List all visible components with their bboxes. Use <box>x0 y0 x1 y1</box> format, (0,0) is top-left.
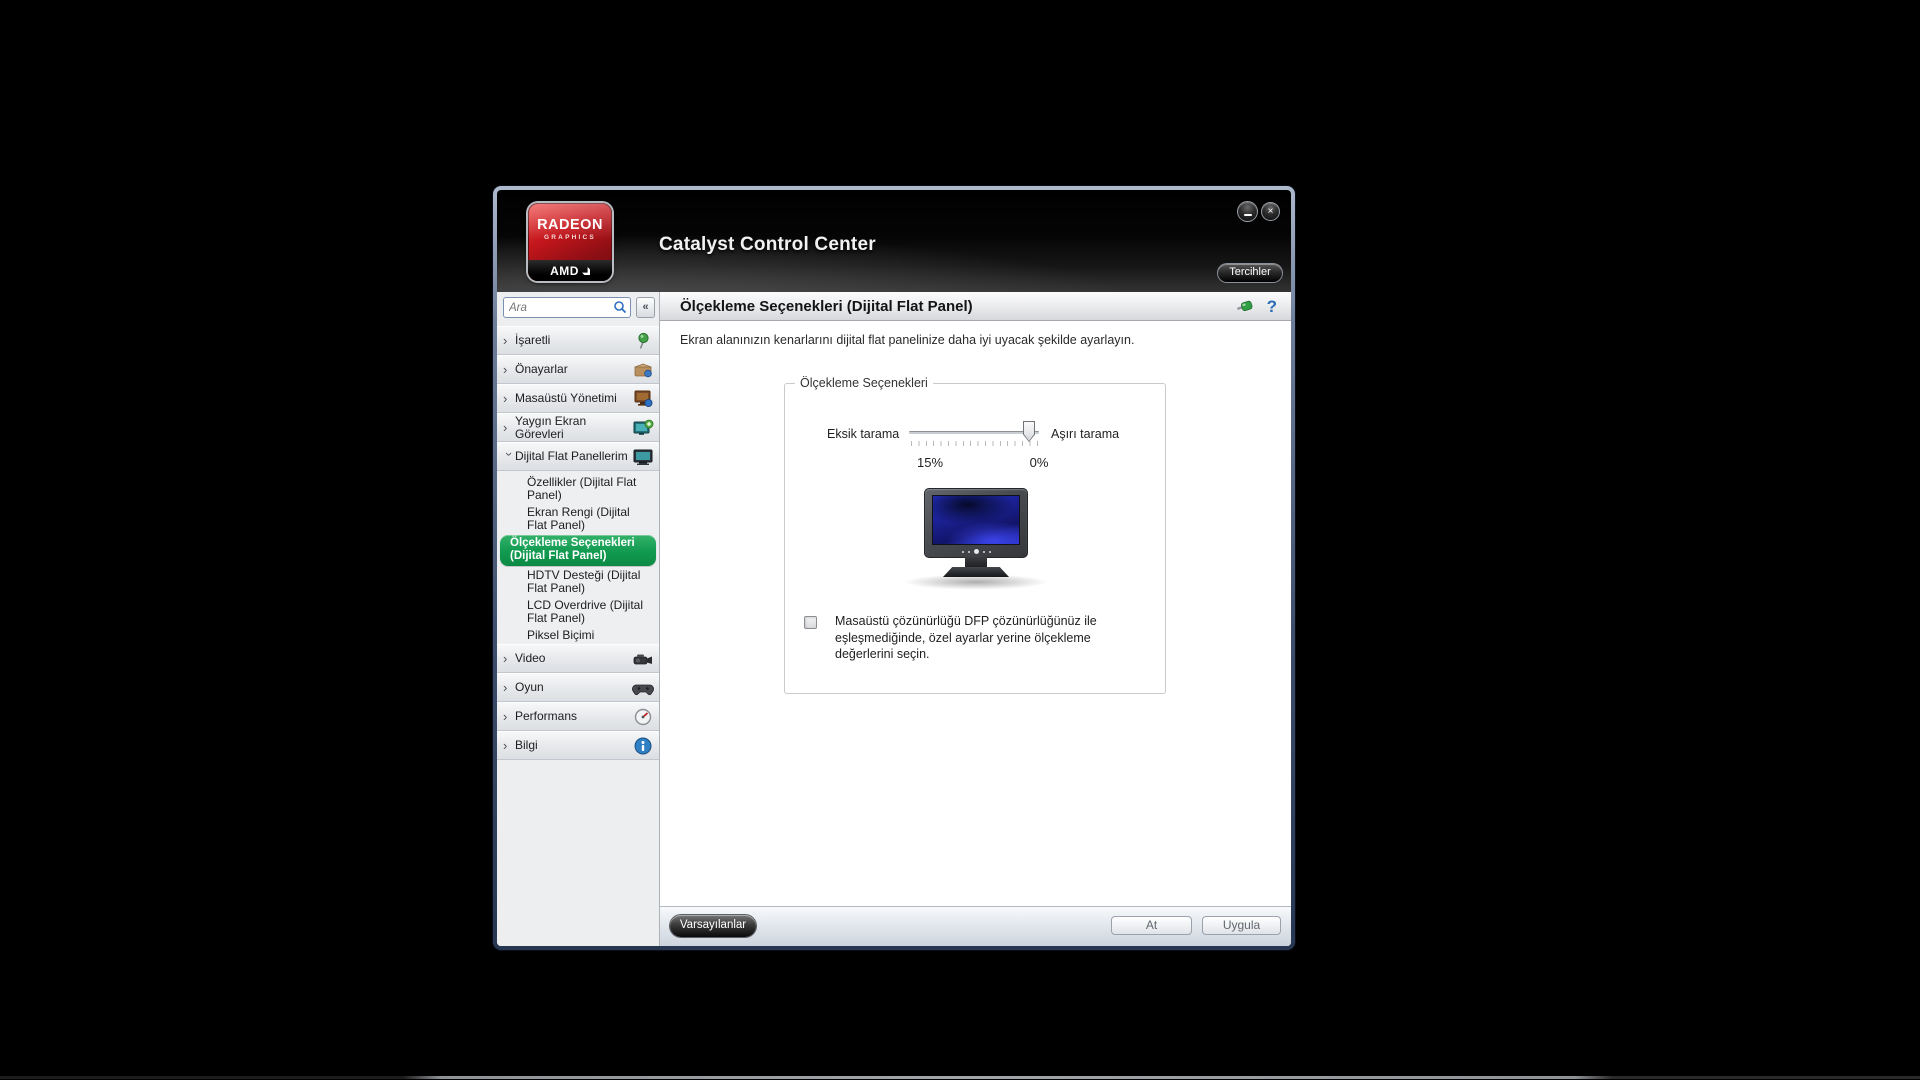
chevron-right-icon: › <box>503 390 508 406</box>
sidebar-item-bilgi[interactable]: › Bilgi <box>497 731 659 760</box>
defaults-button[interactable]: Varsayılanlar <box>670 915 756 937</box>
catalyst-control-center-window: RADEON GRAPHICS AMD Catalyst Control Cen… <box>493 186 1295 950</box>
preferences-button[interactable]: Tercihler <box>1218 264 1282 282</box>
sidebar-item-olcekleme-secenekleri-selected[interactable]: Ölçekleme Seçenekleri (Dijital Flat Pane… <box>500 535 656 566</box>
radeon-graphics-logo: RADEON GRAPHICS AMD <box>528 203 612 281</box>
presets-icon <box>631 360 655 380</box>
apply-button[interactable]: Uygula <box>1202 916 1281 935</box>
content-header: Ölçekleme Seçenekleri (Dijital Flat Pane… <box>660 292 1291 321</box>
sidebar-item-lcd-overdrive[interactable]: LCD Overdrive (Dijital Flat Panel) <box>497 597 659 627</box>
sidebar-collapse-button[interactable]: « <box>636 297 655 318</box>
pin-page-icon[interactable] <box>1235 299 1255 314</box>
chevron-right-icon: › <box>503 650 508 666</box>
sidebar-item-performans[interactable]: › Performans <box>497 702 659 731</box>
monitor-bezel <box>924 488 1028 558</box>
sidebar-item-isaretli[interactable]: › İşaretli <box>497 326 659 355</box>
logo-radeon-text: RADEON <box>537 217 603 233</box>
overscan-value: 0% <box>1029 455 1049 470</box>
title-bar: RADEON GRAPHICS AMD Catalyst Control Cen… <box>497 190 1291 292</box>
help-icon[interactable]: ? <box>1267 298 1277 315</box>
close-icon: × <box>1267 205 1274 217</box>
monitor-stand <box>965 557 987 568</box>
page-description: Ekran alanınızın kenarlarını dijital fla… <box>680 333 1135 347</box>
info-icon <box>631 736 655 756</box>
underscan-label: Eksik tarama <box>827 427 900 441</box>
flat-panel-icon <box>631 447 655 467</box>
chevron-right-icon: › <box>503 737 508 753</box>
sidebar-item-ozellikler[interactable]: Özellikler (Dijital Flat Panel) <box>497 471 659 504</box>
monitor-preview-image <box>901 488 1051 590</box>
groupbox-legend: Ölçekleme Seçenekleri <box>795 376 933 390</box>
close-button[interactable]: × <box>1262 203 1279 220</box>
footer-bar: Varsayılanlar At Uygula <box>660 906 1291 946</box>
chevron-right-icon: › <box>503 419 508 435</box>
gamepad-icon <box>631 678 655 698</box>
search-input[interactable] <box>503 297 631 318</box>
screen-bottom-edge <box>0 1076 1920 1079</box>
minimize-icon <box>1243 213 1252 216</box>
gauge-icon <box>631 707 655 727</box>
use-scaling-checkbox-label: Masaüstü çözünürlüğü DFP çözünürlüğünüz … <box>835 614 1097 661</box>
sidebar-item-ekran-rengi[interactable]: Ekran Rengi (Dijital Flat Panel) <box>497 504 659 534</box>
sidebar-item-yaygin-ekran-gorevleri[interactable]: › Yaygın Ekran Görevleri <box>497 413 659 442</box>
monitor-base <box>943 567 1009 577</box>
chevron-right-icon: › <box>503 332 508 348</box>
sidebar-item-dijital-flat-panellerim[interactable]: › Dijital Flat Panellerim <box>497 442 659 471</box>
logo-graphics-text: GRAPHICS <box>544 234 596 241</box>
scaling-slider-track[interactable] <box>909 431 1039 434</box>
chevron-down-icon: › <box>502 451 517 456</box>
discard-button[interactable]: At <box>1111 916 1192 935</box>
sidebar-item-oyun[interactable]: › Oyun <box>497 673 659 702</box>
desktop-management-icon <box>631 389 655 409</box>
amd-arrow-icon <box>582 267 590 275</box>
sidebar-item-onayarlar[interactable]: › Önayarlar <box>497 355 659 384</box>
pushpin-icon <box>631 331 655 351</box>
sidebar-item-video[interactable]: › Video <box>497 644 659 673</box>
content-body: Ekran alanınızın kenarlarını dijital fla… <box>660 321 1291 906</box>
slider-tick-marks <box>911 441 1039 446</box>
app-title: Catalyst Control Center <box>659 234 876 255</box>
scaling-slider-thumb[interactable] <box>1023 421 1035 442</box>
sidebar-tree: › İşaretli › Önayarlar › Masaüstü Yöneti… <box>497 326 659 760</box>
monitor-buttons <box>925 549 1027 554</box>
overscan-label: Aşırı tarama <box>1051 427 1120 441</box>
chevron-right-icon: › <box>503 708 508 724</box>
chevron-right-icon: › <box>503 361 508 377</box>
underscan-value: 15% <box>916 455 944 470</box>
sidebar-item-masaustu-yonetimi[interactable]: › Masaüstü Yönetimi <box>497 384 659 413</box>
amd-logo-text: AMD <box>550 263 579 278</box>
search-icon <box>614 301 627 314</box>
use-scaling-checkbox[interactable] <box>804 616 817 629</box>
page-title: Ölçekleme Seçenekleri (Dijital Flat Pane… <box>680 297 973 315</box>
sidebar-item-hdtv-destegi[interactable]: HDTV Desteği (Dijital Flat Panel) <box>497 567 659 597</box>
monitor-screen <box>932 495 1020 545</box>
minimize-button[interactable] <box>1238 202 1257 221</box>
scaling-options-groupbox: Ölçekleme Seçenekleri Eksik tarama Aşırı… <box>784 376 1166 694</box>
sidebar-item-piksel-bicimi[interactable]: Piksel Biçimi <box>497 627 659 644</box>
sidebar: « › İşaretli <box>497 292 660 946</box>
content-panel: Ölçekleme Seçenekleri (Dijital Flat Pane… <box>660 292 1291 946</box>
video-camera-icon <box>631 649 655 669</box>
chevron-right-icon: › <box>503 679 508 695</box>
display-tasks-icon <box>631 418 655 438</box>
